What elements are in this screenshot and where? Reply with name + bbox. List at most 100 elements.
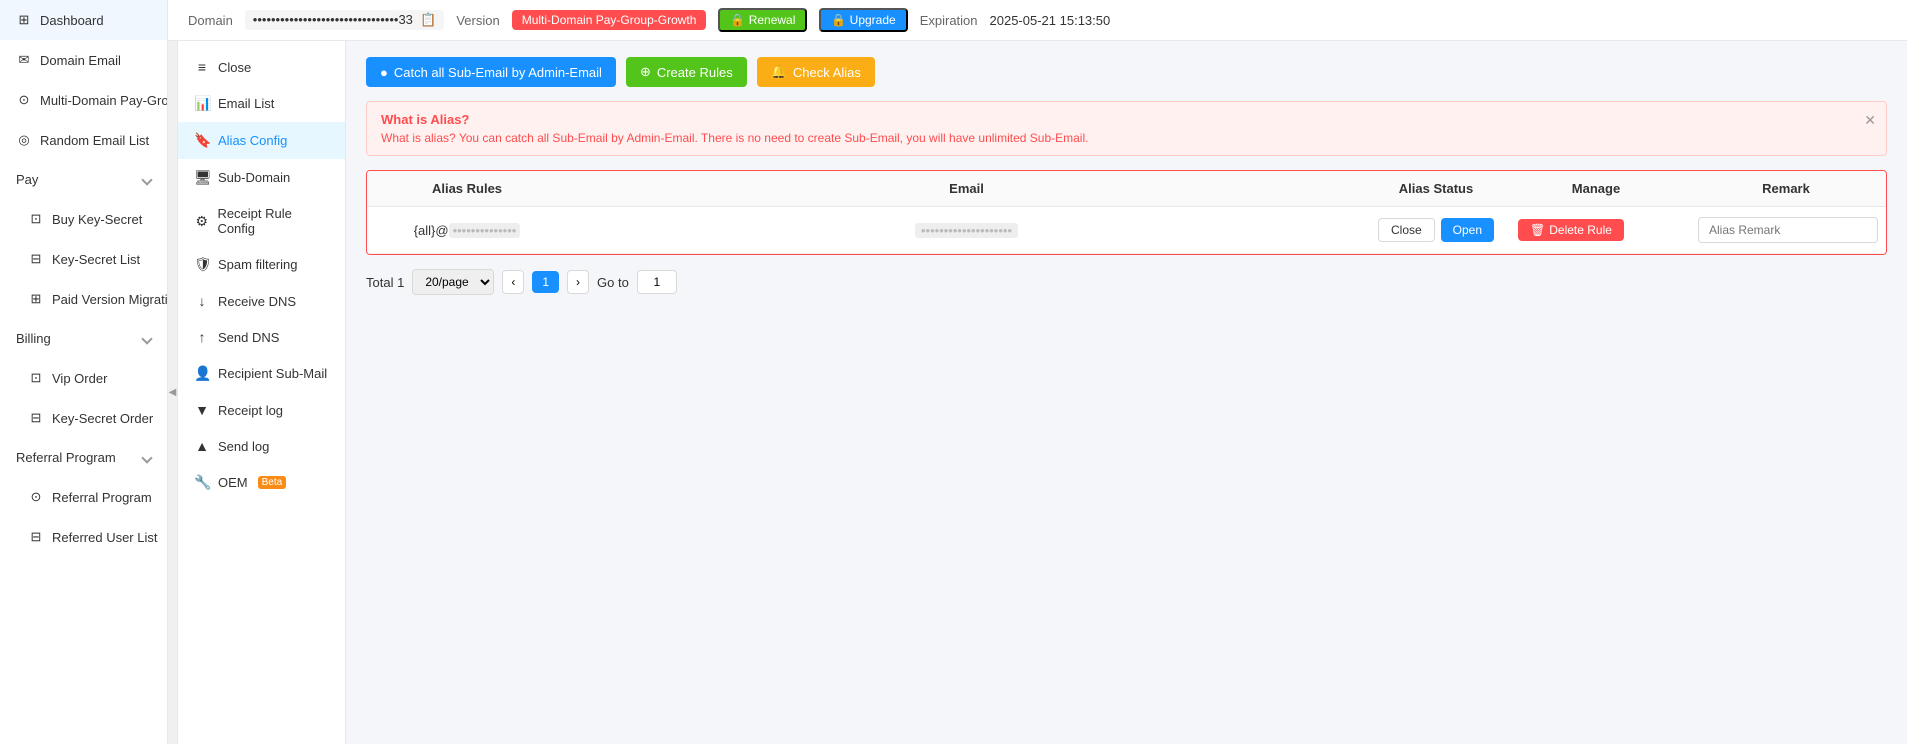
send-log-icon: ▲ xyxy=(194,438,210,454)
inner-sidebar-sub-domain[interactable]: 🖥 Sub-Domain xyxy=(178,159,345,196)
inner-sidebar-label: OEM xyxy=(218,475,248,490)
inner-sidebar-spam-filtering[interactable]: 🛡 Spam filtering xyxy=(178,246,345,283)
inner-sidebar-alias-config[interactable]: 🔖 Alias Config xyxy=(178,122,345,159)
vip-order-icon: ⊡ xyxy=(28,370,44,386)
email-value: •••••••••••••••••••• xyxy=(915,223,1018,238)
alias-rules-cell: {all}@•••••••••••••• xyxy=(367,213,567,248)
sidebar-item-label: Dashboard xyxy=(40,13,104,28)
goto-input[interactable] xyxy=(637,270,677,294)
upgrade-button[interactable]: 🔒 Upgrade xyxy=(819,8,907,32)
per-page-select[interactable]: 20/page xyxy=(412,269,494,295)
col-remark: Remark xyxy=(1686,171,1886,206)
inner-sidebar-recipient-submail[interactable]: 👤 Recipient Sub-Mail xyxy=(178,355,345,392)
delete-icon: 🗑 xyxy=(1530,223,1545,237)
sidebar-item-label: Referred User List xyxy=(52,530,157,545)
sidebar-group-referral-label: Referral Program xyxy=(16,450,116,465)
alias-close-button[interactable]: Close xyxy=(1378,218,1435,242)
sidebar-group-billing-label: Billing xyxy=(16,331,51,346)
renewal-button[interactable]: 🔒 Renewal xyxy=(718,8,807,32)
page-content: ● Catch all Sub-Email by Admin-Email ⊕ C… xyxy=(346,41,1907,744)
version-badge: Multi-Domain Pay-Group-Growth xyxy=(512,10,707,30)
table-row: {all}@•••••••••••••• •••••••••••••••••••… xyxy=(367,207,1886,254)
expiration-label: Expiration xyxy=(920,13,978,28)
sidebar-item-dashboard[interactable]: ⊞ Dashboard xyxy=(0,0,167,40)
catch-all-icon: ● xyxy=(380,65,388,80)
sub-domain-icon: 🖥 xyxy=(194,169,210,186)
chevron-down-icon xyxy=(141,452,152,463)
remark-cell xyxy=(1686,207,1886,253)
delete-rule-button[interactable]: 🗑 Delete Rule xyxy=(1518,219,1624,241)
sidebar-item-label: Domain Email xyxy=(40,53,121,68)
version-label: Version xyxy=(456,13,499,28)
sidebar-item-label: Vip Order xyxy=(52,371,107,386)
domain-label: Domain xyxy=(188,13,233,28)
inner-sidebar-label: Spam filtering xyxy=(218,257,297,272)
inner-sidebar-send-log[interactable]: ▲ Send log xyxy=(178,428,345,464)
random-email-icon: ◎ xyxy=(16,132,32,148)
sidebar-item-key-secret-order[interactable]: ⊟ Key-Secret Order xyxy=(0,398,167,438)
sidebar-item-key-secret-list[interactable]: ⊟ Key-Secret List xyxy=(0,239,167,279)
inner-sidebar-receive-dns[interactable]: ↓ Receive DNS xyxy=(178,283,345,319)
inner-sidebar-label: Close xyxy=(218,60,251,75)
inner-sidebar-close[interactable]: ≡ Close xyxy=(178,49,345,85)
create-rules-icon: ⊕ xyxy=(640,64,651,80)
inner-sidebar-label: Email List xyxy=(218,96,274,111)
top-header: Domain ••••••••••••••••••••••••••••••••3… xyxy=(168,0,1907,41)
recipient-submail-icon: 👤 xyxy=(194,365,210,382)
next-page-button[interactable]: › xyxy=(567,270,589,294)
sidebar-item-vip-order[interactable]: ⊡ Vip Order xyxy=(0,358,167,398)
sidebar-toggle[interactable]: ◀ xyxy=(168,41,178,744)
inner-sidebar-label: Receipt log xyxy=(218,403,283,418)
info-box-close-button[interactable]: ✕ xyxy=(1864,112,1876,129)
inner-sidebar-email-list[interactable]: 📊 Email List xyxy=(178,85,345,122)
inner-sidebar-send-dns[interactable]: ↑ Send DNS xyxy=(178,319,345,355)
alias-open-button[interactable]: Open xyxy=(1441,218,1494,242)
sidebar-item-label: Random Email List xyxy=(40,133,149,148)
inner-sidebar-receipt-log[interactable]: ▼ Receipt log xyxy=(178,392,345,428)
alias-rules-value: {all}@•••••••••••••• xyxy=(414,223,521,238)
info-box-title: What is Alias? xyxy=(381,112,1872,127)
sidebar-item-referred-user-list[interactable]: ⊟ Referred User List xyxy=(0,517,167,557)
sidebar-item-label: Buy Key-Secret xyxy=(52,212,142,227)
create-rules-button[interactable]: ⊕ Create Rules xyxy=(626,57,747,87)
pagination: Total 1 20/page ‹ 1 › Go to xyxy=(366,269,1887,295)
sidebar-item-label: Key-Secret List xyxy=(52,252,140,267)
inner-sidebar-label: Receipt Rule Config xyxy=(217,206,329,236)
inner-sidebar-oem[interactable]: 🔧 OEM Beta xyxy=(178,464,345,501)
check-alias-icon: 🔔 xyxy=(771,64,787,80)
email-list-icon: 📊 xyxy=(194,95,210,112)
col-manage: Manage xyxy=(1506,171,1686,206)
sidebar-group-referral[interactable]: Referral Program xyxy=(0,438,167,477)
receipt-log-icon: ▼ xyxy=(194,402,210,418)
sidebar-item-referral-program[interactable]: ⊙ Referral Program xyxy=(0,477,167,517)
main-area: Domain ••••••••••••••••••••••••••••••••3… xyxy=(168,0,1907,744)
sidebar-item-label: Multi-Domain Pay-Group xyxy=(40,93,168,108)
inner-sidebar-label: Alias Config xyxy=(218,133,287,148)
inner-sidebar-receipt-rule[interactable]: ⚙ Receipt Rule Config xyxy=(178,196,345,246)
sidebar-item-paid-version[interactable]: ⊞ Paid Version Migration xyxy=(0,279,167,319)
domain-value: ••••••••••••••••••••••••••••••••33 📋 xyxy=(245,10,445,30)
sidebar-item-label: Referral Program xyxy=(52,490,152,505)
alias-status-cell: Close Open xyxy=(1366,208,1506,252)
sidebar-group-pay-label: Pay xyxy=(16,172,38,187)
key-secret-order-icon: ⊟ xyxy=(28,410,44,426)
sidebar-group-pay[interactable]: Pay xyxy=(0,160,167,199)
catch-all-button[interactable]: ● Catch all Sub-Email by Admin-Email xyxy=(366,57,616,87)
multi-domain-icon: ⊙ xyxy=(16,92,32,108)
referral-icon: ⊙ xyxy=(28,489,44,505)
sidebar-item-random-email[interactable]: ◎ Random Email List xyxy=(0,120,167,160)
sidebar-item-multi-domain[interactable]: ⊙ Multi-Domain Pay-Group xyxy=(0,80,167,120)
oem-icon: 🔧 xyxy=(194,474,210,491)
beta-badge: Beta xyxy=(258,476,287,489)
left-sidebar: ⊞ Dashboard ✉ Domain Email ⊙ Multi-Domai… xyxy=(0,0,168,744)
sidebar-item-buy-key-secret[interactable]: ⊡ Buy Key-Secret xyxy=(0,199,167,239)
sidebar-group-billing[interactable]: Billing xyxy=(0,319,167,358)
remark-input[interactable] xyxy=(1698,217,1878,243)
page-number-button[interactable]: 1 xyxy=(532,271,559,293)
chevron-down-icon xyxy=(141,333,152,344)
sidebar-item-domain-email[interactable]: ✉ Domain Email xyxy=(0,40,167,80)
check-alias-button[interactable]: 🔔 Check Alias xyxy=(757,57,875,87)
alias-config-icon: 🔖 xyxy=(194,132,210,149)
pagination-total: Total 1 xyxy=(366,275,404,290)
prev-page-button[interactable]: ‹ xyxy=(502,270,524,294)
